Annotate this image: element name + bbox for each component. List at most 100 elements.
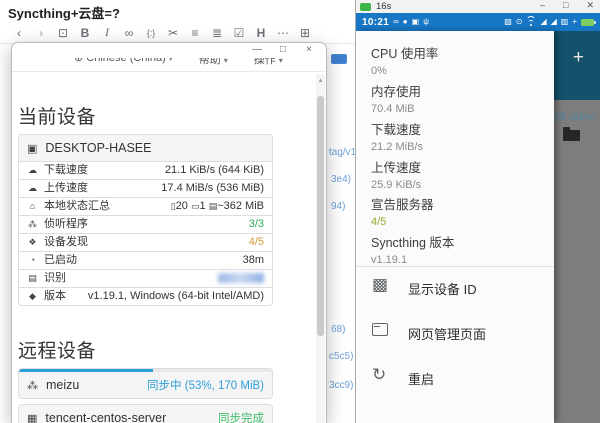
- web-page-icon: [372, 323, 388, 336]
- table-row: ⌂ 本地状态汇总 ▯20 ▭1 ▤~362 MiB: [19, 197, 272, 215]
- signal-icon: ◢: [540, 17, 547, 26]
- menu-show-device-id[interactable]: ▩ 显示设备 ID: [356, 271, 554, 305]
- table-row: ☁ 下载速度 21.1 KiB/s (644 KiB): [19, 161, 272, 179]
- back-icon[interactable]: ‹: [8, 26, 30, 40]
- close-button[interactable]: ×: [304, 44, 314, 56]
- link-icon[interactable]: ∞: [118, 26, 140, 40]
- chevron-down-icon: ▾: [168, 58, 173, 63]
- restart-icon: ↻: [372, 365, 387, 384]
- table-row: ◆ 版本 v1.19.1, Windows (64-bit Intel/AMD): [19, 287, 272, 305]
- clock-icon: ◔: [29, 255, 36, 265]
- syncthing-content: 当前设备 ▣ DESKTOP-HASEE ☁ 下载速度 21.1 KiB/s (6…: [12, 74, 326, 423]
- page-link-fragment[interactable]: 3cc9): [329, 380, 353, 391]
- phone-titlebar: 16s – □ ✕: [356, 0, 600, 13]
- bold-icon[interactable]: B: [74, 26, 96, 40]
- navigation-drawer: CPU 使用率 0% 内存使用 70.4 MiB 下载速度 21.2 MiB/s…: [356, 31, 554, 423]
- attachment-icon[interactable]: ✂: [162, 26, 184, 40]
- usb-icon: ψ: [423, 17, 429, 26]
- more-icon[interactable]: ⋯: [272, 26, 294, 40]
- language-menu[interactable]: ⊕ Chinese (China) ▾: [74, 58, 173, 67]
- stat-version: Syncthing 版本 v1.19.1: [371, 236, 455, 266]
- table-row: ☁ 上传速度 17.4 MiB/s (536 MiB): [19, 179, 272, 197]
- volte-icon: ▨: [504, 17, 512, 26]
- phone-window: 16s – □ ✕ 10:21 ∞ ● ▣ ψ ▨ ⊙ ◢ ◢ ▥ + + 步 …: [355, 0, 600, 423]
- table-row: ⁂ 侦听程序 3/3: [19, 215, 272, 233]
- minimize-button[interactable]: —: [252, 44, 262, 56]
- current-device-heading: 当前设备: [18, 107, 97, 128]
- page-link-fragment[interactable]: c5c5): [329, 351, 353, 362]
- ordered-list-icon[interactable]: ≣: [206, 26, 228, 40]
- syncthing-window: — □ × ⊕ Chinese (China)▾ 帮助▾ 操作▾ 当前设备: [11, 42, 327, 423]
- chevron-down-icon: ▾: [278, 58, 283, 65]
- maximize-button[interactable]: □: [278, 44, 288, 56]
- bullet-list-icon[interactable]: ≡: [184, 26, 206, 40]
- remote-device-tencent[interactable]: ▦ tencent-centos-server 同步完成: [18, 404, 273, 423]
- stat-cpu: CPU 使用率 0%: [371, 47, 439, 77]
- menu-web-gui[interactable]: 网页管理页面: [356, 316, 554, 350]
- desktop-icon: ▣: [27, 142, 38, 155]
- chevron-down-icon: ▾: [223, 58, 228, 65]
- syncthing-titlebar: — □ ×: [12, 43, 326, 58]
- device-name: DESKTOP-HASEE: [45, 141, 152, 155]
- help-menu[interactable]: 帮助 ▾: [199, 58, 228, 67]
- open-external-icon[interactable]: ⊡: [52, 26, 74, 40]
- minimize-button[interactable]: –: [540, 0, 545, 10]
- listeners-value: 3/3: [248, 218, 264, 230]
- stat-announce: 宣告服务器 4/5: [371, 198, 434, 228]
- share-nodes-icon: ⁂: [27, 379, 38, 392]
- server-icon: ▦: [27, 412, 38, 423]
- task-list-icon[interactable]: ☑: [228, 26, 250, 40]
- device-name: tencent-centos-server: [45, 411, 167, 423]
- folder-icon: ▭: [191, 201, 200, 211]
- discovery-icon: ❖: [28, 237, 37, 247]
- home-icon: ⌂: [29, 201, 36, 211]
- stat-ram: 内存使用 70.4 MiB: [371, 85, 422, 115]
- scrollbar-up-icon[interactable]: ▲: [316, 78, 325, 84]
- italic-icon[interactable]: I: [96, 25, 118, 40]
- alarm-icon: ⊙: [515, 17, 523, 26]
- phone-window-title: 16s: [376, 1, 392, 12]
- sync-progressbar: [19, 369, 272, 372]
- app-icon: [360, 3, 371, 11]
- table-row: ▤ 识别: [19, 269, 272, 287]
- storage-icon: ▤: [208, 201, 218, 211]
- remote-device-meizu[interactable]: ⁂ meizu 同步中 (53%, 170 MiB): [18, 368, 273, 399]
- scrollbar[interactable]: ▲: [316, 74, 325, 423]
- version-value: v1.19.1, Windows (64-bit Intel/AMD): [87, 290, 264, 302]
- battery-icon: [581, 18, 596, 26]
- close-button[interactable]: ✕: [586, 0, 594, 10]
- divider: [356, 266, 554, 267]
- maximize-button[interactable]: □: [563, 0, 568, 10]
- heading-icon[interactable]: H: [250, 26, 272, 40]
- sitemap-icon: ⁂: [28, 219, 37, 229]
- forward-icon[interactable]: ›: [30, 26, 52, 40]
- infinity-icon: ∞: [393, 17, 399, 26]
- plus-icon: +: [572, 17, 577, 26]
- clock-text: 10:21: [362, 16, 390, 28]
- page-link-fragment[interactable]: 68): [331, 324, 345, 335]
- download-rate-value: 21.1 KiB/s (644 KiB): [164, 164, 264, 176]
- app-notification-icon: ▣: [411, 17, 420, 26]
- sync-status: 同步完成: [218, 413, 264, 423]
- add-folder-icon[interactable]: +: [573, 47, 584, 69]
- local-state-value: ▯20 ▭1 ▤~362 MiB: [170, 200, 264, 212]
- code-icon[interactable]: {:}: [140, 28, 162, 38]
- scrollbar-thumb[interactable]: [317, 96, 324, 336]
- sync-status: 同步中 (53%, 170 MiB): [147, 380, 264, 392]
- current-device-panel[interactable]: ▣ DESKTOP-HASEE ☁ 下载速度 21.1 KiB/s (644 Ki…: [18, 134, 273, 306]
- cloud-upload-icon: ☁: [28, 183, 37, 193]
- wifi-icon: [526, 16, 537, 26]
- device-name: meizu: [46, 378, 80, 392]
- upload-rate-value: 17.4 MiB/s (536 MiB): [161, 182, 264, 194]
- discovery-value: 4/5: [248, 236, 264, 248]
- menu-restart[interactable]: ↻ 重启: [356, 361, 554, 395]
- actions-menu[interactable]: 操作 ▾: [254, 58, 283, 67]
- app-toolbar: +: [554, 31, 600, 100]
- page-link-fragment[interactable]: 94): [331, 201, 345, 212]
- folder-sync-status: 同步 (83%): [554, 112, 595, 123]
- folder-icon: [563, 127, 580, 141]
- id-card-icon: ▤: [28, 273, 37, 283]
- table-icon[interactable]: ⊞: [294, 26, 316, 40]
- cloud-download-icon: ☁: [28, 165, 37, 175]
- page-link-fragment[interactable]: 3e4): [331, 174, 351, 185]
